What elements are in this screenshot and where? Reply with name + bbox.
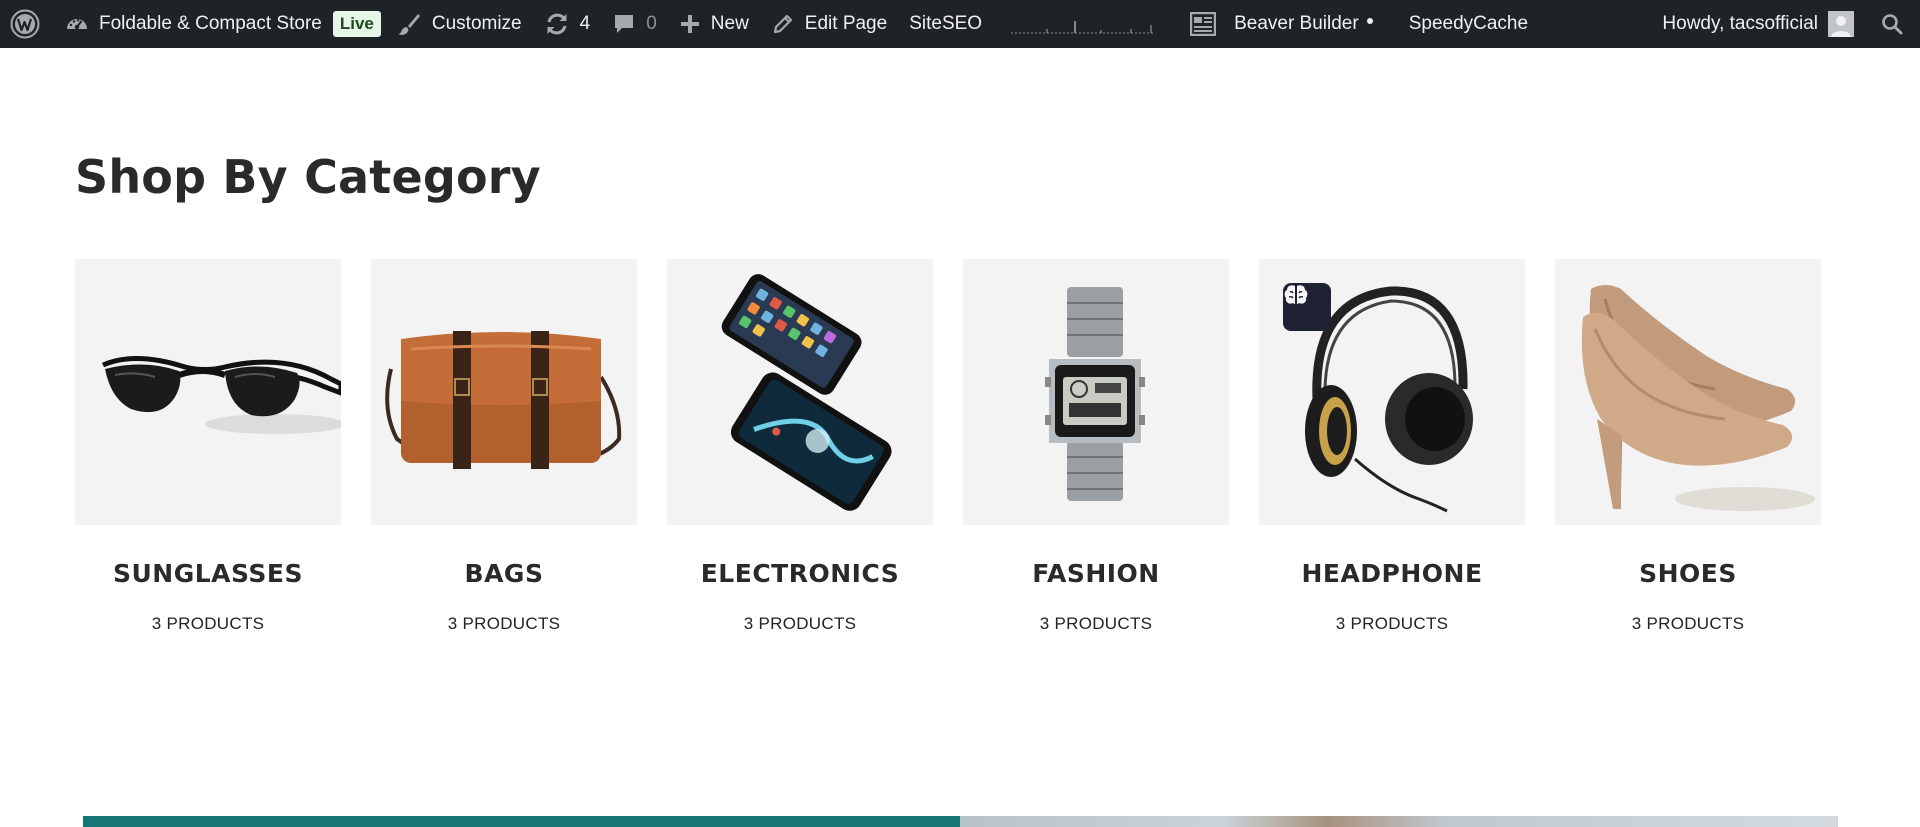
comment-icon <box>612 12 636 36</box>
updates-count: 4 <box>579 13 591 34</box>
adminbar-secondary: Howdy, tacsofficial <box>1651 0 1920 48</box>
site-name: Foldable & Compact Store <box>99 13 322 34</box>
updates-button[interactable]: 4 <box>533 0 602 48</box>
electronics-image[interactable] <box>667 259 933 525</box>
wordpress-menu[interactable] <box>0 0 54 48</box>
category-card-sunglasses[interactable]: SUNGLASSES 3 PRODUCTS <box>75 259 341 634</box>
speedycache-menu[interactable]: SpeedyCache <box>1398 0 1539 48</box>
ai-assistant-badge[interactable] <box>1283 283 1331 331</box>
status-dot-icon <box>1366 18 1373 24</box>
edit-page-button[interactable]: Edit Page <box>760 0 898 48</box>
plus-icon <box>679 13 701 35</box>
category-count: 3 PRODUCTS <box>743 614 857 633</box>
avatar-icon <box>1828 11 1854 37</box>
category-name[interactable]: ELECTRONICS <box>667 559 933 588</box>
paintbrush-icon <box>396 11 422 37</box>
category-count: 3 PRODUCTS <box>151 614 265 633</box>
category-card-fashion[interactable]: FASHION 3 PRODUCTS <box>963 259 1229 634</box>
section-title: Shop By Category <box>75 150 541 204</box>
category-count: 3 PRODUCTS <box>1631 614 1745 633</box>
category-name[interactable]: SUNGLASSES <box>75 559 341 588</box>
category-count: 3 PRODUCTS <box>1039 614 1153 633</box>
category-name[interactable]: FASHION <box>963 559 1229 588</box>
category-card-electronics[interactable]: ELECTRONICS 3 PRODUCTS <box>667 259 933 634</box>
speedycache-label: SpeedyCache <box>1408 13 1529 34</box>
edit-page-label: Edit Page <box>804 13 888 34</box>
site-stats-sparkline[interactable] <box>1001 0 1165 48</box>
customize-button[interactable]: Customize <box>385 0 533 48</box>
search-icon <box>1880 12 1904 36</box>
siteseo-menu[interactable]: SiteSEO <box>898 0 993 48</box>
category-count: 3 PRODUCTS <box>1335 614 1449 633</box>
category-card-bags[interactable]: BAGS 3 PRODUCTS <box>371 259 637 634</box>
category-card-shoes[interactable]: SHOES 3 PRODUCTS <box>1555 259 1821 634</box>
page-builder-icon <box>1190 12 1217 36</box>
stats-sparkline-graphic <box>1011 21 1156 34</box>
category-name[interactable]: SHOES <box>1555 559 1821 588</box>
comments-button[interactable]: 0 <box>601 0 668 48</box>
category-name[interactable]: HEADPHONE <box>1259 559 1525 588</box>
live-status-badge: Live <box>332 11 381 37</box>
category-name[interactable]: BAGS <box>371 559 637 588</box>
customize-label: Customize <box>431 13 522 34</box>
new-content-button[interactable]: New <box>668 0 760 48</box>
site-name-menu[interactable]: Foldable & Compact Store <box>54 0 333 48</box>
sunglasses-image[interactable] <box>75 259 341 525</box>
siteseo-label: SiteSEO <box>909 13 983 34</box>
promo-banner-teal-panel <box>83 816 960 827</box>
category-card-headphone[interactable]: HEADPHONE 3 PRODUCTS <box>1259 259 1525 634</box>
search-button[interactable] <box>1868 0 1920 48</box>
shoes-image[interactable] <box>1555 259 1821 525</box>
dashboard-icon <box>65 13 89 35</box>
headphone-image[interactable] <box>1259 259 1525 525</box>
my-account-menu[interactable]: Howdy, tacsofficial <box>1651 0 1868 48</box>
admin-bar: Foldable & Compact Store Live Customize … <box>0 0 1920 48</box>
beaver-builder-label: Beaver Builder <box>1234 13 1359 34</box>
new-label: New <box>710 13 749 34</box>
category-count: 3 PRODUCTS <box>447 614 561 633</box>
wordpress-logo-icon <box>10 9 40 39</box>
promo-banner-image <box>960 816 1838 827</box>
bags-image[interactable] <box>371 259 637 525</box>
category-grid: SUNGLASSES 3 PRODUCTS BAGS 3 PRODUCTS EL… <box>75 259 1821 659</box>
fashion-image[interactable] <box>963 259 1229 525</box>
howdy-label: Howdy, tacsofficial <box>1662 13 1818 34</box>
comments-count: 0 <box>646 13 657 34</box>
pencil-icon <box>771 12 795 36</box>
beaver-builder-button[interactable]: Beaver Builder <box>1179 0 1384 48</box>
refresh-icon <box>544 11 570 37</box>
